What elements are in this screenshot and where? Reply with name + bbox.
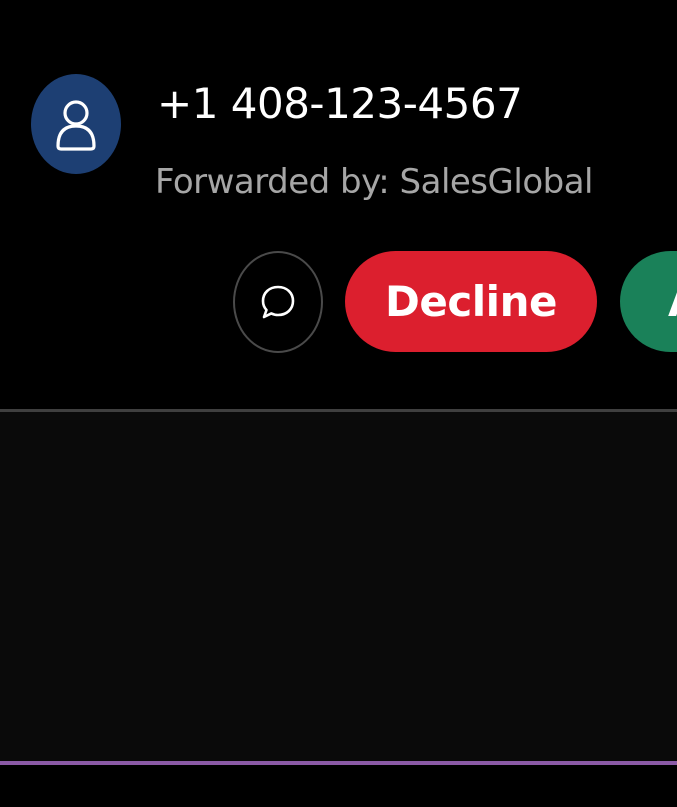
forwarded-by-label: Forwarded by: SalesGlobal [155,162,593,202]
bottom-strip [0,765,677,807]
reply-with-message-button[interactable] [233,251,323,353]
incoming-call-panel: +1 408-123-4567 Forwarded by: SalesGloba… [0,0,677,410]
content-area [0,412,677,761]
caller-number: +1 408-123-4567 [157,79,523,128]
chat-bubble-icon [261,285,295,319]
caller-avatar [31,74,121,174]
accept-button[interactable]: Accept [620,251,677,352]
person-icon [56,100,96,151]
incoming-call-window: +1 408-123-4567 Forwarded by: SalesGloba… [0,0,677,807]
decline-button[interactable]: Decline [345,251,597,352]
